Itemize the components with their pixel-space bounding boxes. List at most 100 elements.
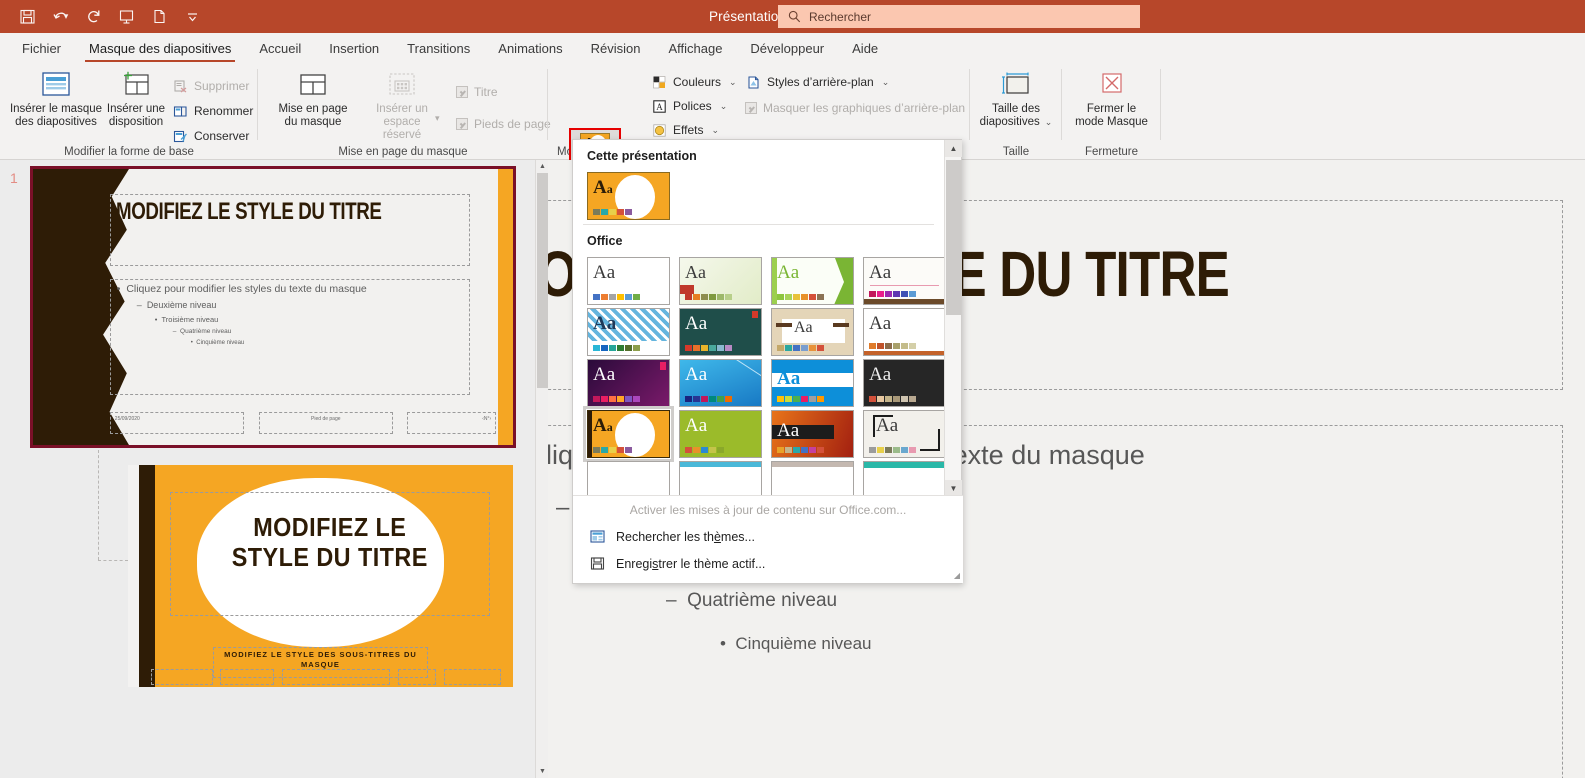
- save-current-theme-item[interactable]: Enregistrer le thème actif...: [573, 550, 963, 577]
- master-layout-label-2: du masque: [284, 116, 342, 128]
- themes-gallery-scrollbar[interactable]: ▲ ▼: [944, 140, 962, 497]
- search-icon: [788, 10, 801, 23]
- slide-2-footer-placeholder-a[interactable]: [220, 669, 275, 685]
- gallery-scroll-up-icon[interactable]: ▲: [945, 140, 962, 157]
- scrollbar-thumb[interactable]: [537, 173, 548, 388]
- slide-2-footer-placeholder-b[interactable]: [282, 669, 390, 685]
- new-file-icon[interactable]: [144, 3, 174, 30]
- preserve-pin-icon: [172, 128, 188, 144]
- theme-tile-circuit[interactable]: Aa: [771, 257, 854, 305]
- tab-accueil[interactable]: Accueil: [245, 33, 315, 63]
- theme-tile-badge-selected[interactable]: Aa: [583, 406, 674, 462]
- tab-aide[interactable]: Aide: [838, 33, 892, 63]
- colors-caret-icon[interactable]: ⌄: [729, 77, 737, 88]
- tab-animations[interactable]: Animations: [484, 33, 576, 63]
- themes-gallery-scroll-area[interactable]: Cette présentation Aa Office Aa Aa Aa Aa…: [573, 140, 944, 497]
- theme-tile-banded[interactable]: Aa: [679, 410, 762, 458]
- undo-caret-icon[interactable]: ▾: [64, 11, 69, 22]
- tab-developpeur[interactable]: Développeur: [736, 33, 838, 63]
- slide-1-body-placeholder[interactable]: • Cliquez pour modifier les styles du te…: [109, 279, 470, 396]
- theme-tile-office[interactable]: Aa: [587, 257, 670, 305]
- theme-tile-mesh[interactable]: Aa: [587, 359, 670, 407]
- preserve-master-button[interactable]: Conserver: [172, 125, 249, 147]
- scrollbar-track[interactable]: [536, 173, 548, 765]
- theme-tile-depth[interactable]: [863, 461, 944, 497]
- theme-tile-celestial[interactable]: [587, 461, 670, 497]
- slide-2-left-gap: [128, 465, 139, 687]
- rename-master-button[interactable]: Renommer: [172, 100, 253, 122]
- fonts-button[interactable]: A Polices ⌄: [651, 95, 727, 117]
- tab-transitions[interactable]: Transitions: [393, 33, 484, 63]
- insert-layout-label-1: Insérer une: [106, 103, 166, 115]
- background-styles-label: Styles d’arrière-plan: [767, 75, 874, 89]
- theme-tile-berlin-clair[interactable]: Aa: [863, 410, 944, 458]
- theme-tile-quotable[interactable]: Aa: [863, 359, 944, 407]
- customize-qat-icon[interactable]: [177, 3, 207, 30]
- tab-insertion[interactable]: Insertion: [315, 33, 393, 63]
- slide-1-slidenumber-placeholder[interactable]: ‹N°›: [407, 411, 497, 434]
- theme-tile-damask[interactable]: [771, 461, 854, 497]
- gallery-resize-grip-icon[interactable]: ◢: [954, 571, 960, 580]
- background-styles-caret-icon[interactable]: ⌄: [882, 77, 890, 88]
- slide-1-footer-placeholder[interactable]: Pied de page: [258, 411, 393, 434]
- effects-caret-icon[interactable]: ⌄: [711, 125, 719, 136]
- tab-fichier[interactable]: Fichier: [8, 33, 75, 63]
- thumbnail-pane-scrollbar[interactable]: ▲ ▼: [535, 160, 548, 778]
- slide-size-caret-icon[interactable]: ⌄: [1045, 116, 1053, 129]
- theme-tile-facette[interactable]: Aa: [587, 308, 670, 356]
- slide-1-title-placeholder[interactable]: MODIFIEZ LE STYLE DU TITRE: [109, 193, 470, 266]
- slide-1-body-level-1: • Cliquez pour modifier les styles du te…: [116, 283, 367, 296]
- gallery-scrollbar-thumb[interactable]: [946, 160, 961, 315]
- start-slideshow-icon[interactable]: [111, 3, 141, 30]
- gallery-section-office-label: Office: [587, 234, 623, 248]
- theme-tile-madison[interactable]: Aa: [863, 308, 944, 356]
- close-master-view-button[interactable]: Fermer le mode Masque: [1066, 68, 1157, 129]
- layout-connector-line-h: [98, 560, 128, 561]
- slide-2-slidenumber-placeholder[interactable]: [443, 669, 502, 685]
- tab-masque-des-diapositives[interactable]: Masque des diapositives: [75, 33, 245, 63]
- slide-size-button[interactable]: Taille des diapositives ⌄: [974, 68, 1058, 129]
- fonts-caret-icon[interactable]: ⌄: [720, 101, 728, 112]
- effects-button[interactable]: Effets ⌄: [651, 119, 719, 141]
- slide-1-date-placeholder[interactable]: 25/09/2020: [109, 411, 245, 434]
- theme-tile-ion[interactable]: Aa: [679, 308, 762, 356]
- redo-icon[interactable]: [78, 3, 108, 30]
- theme-tile-dividende[interactable]: Aa: [863, 257, 944, 305]
- save-icon[interactable]: [12, 3, 42, 30]
- theme-tile-parallaxe[interactable]: Aa: [771, 359, 854, 407]
- master-layout-button[interactable]: Mise en page du masque: [272, 68, 354, 129]
- slide-thumb-2[interactable]: MODIFIEZ LE STYLE DU TITRE MODIFIEZ LE S…: [128, 465, 513, 687]
- scroll-down-arrow-icon[interactable]: ▼: [536, 765, 548, 778]
- slide-size-label-2: diapositives: [979, 116, 1040, 128]
- group-label-master-layout: Mise en page du masque: [338, 146, 468, 158]
- search-box[interactable]: Rechercher: [778, 5, 1140, 28]
- insert-slide-master-button[interactable]: Insérer le masque des diapositives: [8, 68, 104, 129]
- theme-tile-basis[interactable]: Aa: [771, 410, 854, 458]
- slide-thumb-1[interactable]: MODIFIEZ LE STYLE DU TITRE • Cliquez pou…: [30, 166, 516, 448]
- slide-2-date-placeholder[interactable]: [151, 669, 213, 685]
- footers-checkbox-label: Pieds de page: [474, 117, 551, 131]
- slide-1-body-level-5: • Cinquième niveau: [190, 340, 245, 347]
- theme-tile-ion-boardroom[interactable]: Aa: [771, 308, 854, 356]
- scroll-up-arrow-icon[interactable]: ▲: [536, 160, 548, 173]
- slide-number-1: 1: [10, 170, 18, 186]
- slide-thumbnail-pane[interactable]: 1 MODIFIEZ LE STYLE DU TITRE • Cliquez p…: [0, 160, 548, 778]
- insert-placeholder-button: Insérer un espace réservé: [356, 68, 448, 142]
- canvas-body-level-4: – Quatrième niveau: [666, 590, 838, 611]
- undo-icon[interactable]: ▾: [45, 3, 75, 30]
- background-styles-button[interactable]: Styles d’arrière-plan ⌄: [745, 71, 889, 93]
- tab-revision[interactable]: Révision: [577, 33, 655, 63]
- themes-gallery-footer: Activer les mises à jour de contenu sur …: [573, 495, 963, 583]
- browse-themes-item[interactable]: Rechercher les thèmes...: [573, 523, 963, 550]
- insert-layout-button[interactable]: Insérer une disposition: [105, 68, 167, 129]
- tab-affichage[interactable]: Affichage: [654, 33, 736, 63]
- themes-gallery-dropdown[interactable]: Cette présentation Aa Office Aa Aa Aa Aa…: [572, 139, 963, 584]
- slide-2-footer-placeholder-c[interactable]: [397, 669, 436, 685]
- theme-tile-crop[interactable]: [679, 461, 762, 497]
- theme-tile-metropolitain[interactable]: Aa: [679, 359, 762, 407]
- theme-tile-berlin[interactable]: Aa: [679, 257, 762, 305]
- ribbon-tabs: Fichier Masque des diapositives Accueil …: [0, 33, 1585, 63]
- slide-2-title-placeholder[interactable]: MODIFIEZ LE STYLE DU TITRE: [170, 491, 490, 616]
- theme-tile-current-badge[interactable]: Aa: [587, 172, 670, 220]
- colors-button[interactable]: Couleurs ⌄: [651, 71, 737, 93]
